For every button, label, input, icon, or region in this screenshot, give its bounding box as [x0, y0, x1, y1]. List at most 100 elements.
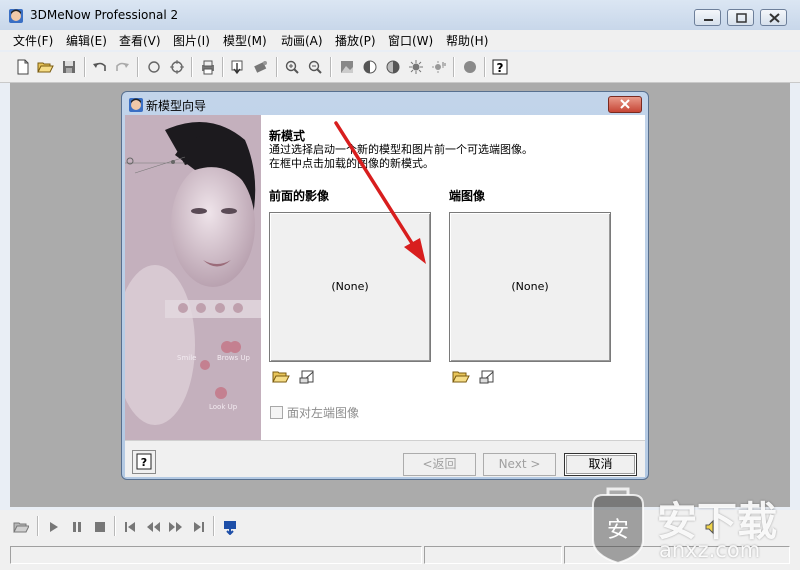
stop-icon[interactable]	[92, 519, 108, 535]
status-pane-main	[10, 546, 422, 564]
menu-image[interactable]: 图片(I)	[173, 32, 210, 49]
side-image-value: (None)	[511, 280, 549, 293]
new-model-wizard-dialog: 新模型向导 Smile Brows Up Look Up 新模式 通过选择启动一…	[121, 91, 649, 480]
menu-help[interactable]: 帮助(H)	[446, 32, 488, 49]
svg-text:?: ?	[497, 61, 504, 75]
help-icon: ?	[492, 59, 508, 75]
rotate-button[interactable]	[145, 58, 163, 76]
toolbar-separator	[137, 57, 139, 77]
next-button[interactable]: Next >	[483, 453, 556, 476]
face-photo-illustration: Smile Brows Up Look Up	[125, 115, 261, 440]
front-image-value: (None)	[331, 280, 369, 293]
print-button[interactable]	[199, 58, 217, 76]
toolbar-separator	[330, 57, 332, 77]
export-button[interactable]	[229, 58, 247, 76]
clear-image-icon[interactable]	[299, 368, 317, 384]
redo-icon	[116, 62, 129, 71]
wizard-description: 通过选择启动一个新的模型和图片前一个可选端图像。 在框中点击加载的图像的新模式。	[269, 143, 533, 171]
undo-icon	[93, 62, 106, 71]
app-title: 3DMeNow Professional 2	[30, 8, 179, 22]
title-bar: 3DMeNow Professional 2	[0, 0, 800, 30]
toolbar-separator	[213, 516, 215, 536]
toolbar-separator	[191, 57, 193, 77]
export-icon	[231, 60, 243, 75]
photo-label-smile: Smile	[177, 354, 196, 362]
menu-bar: 文件(F) 编辑(E) 查看(V) 图片(I) 模型(M) 动画(A) 播放(P…	[0, 30, 800, 50]
light-button[interactable]	[407, 58, 425, 76]
menu-window[interactable]: 窗口(W)	[388, 32, 433, 49]
open-file-button[interactable]	[36, 58, 54, 76]
texture-button[interactable]	[338, 58, 356, 76]
side-image-box[interactable]: (None)	[449, 212, 611, 362]
status-pane-2	[424, 546, 562, 564]
contrast-icon	[363, 60, 377, 74]
skip-end-icon[interactable]	[191, 519, 207, 535]
toolbar-separator	[276, 57, 278, 77]
watermark: 安 安下载 anxz.com	[583, 483, 798, 568]
menu-model[interactable]: 模型(M)	[223, 32, 267, 49]
description-line-1: 通过选择启动一个新的模型和图片前一个可选端图像。	[269, 143, 533, 156]
shade-icon	[386, 60, 400, 74]
dialog-title: 新模型向导	[146, 99, 207, 113]
open-folder-icon	[37, 62, 54, 73]
maximize-icon	[736, 13, 747, 23]
orbit-icon	[170, 60, 184, 74]
menu-edit[interactable]: 编辑(E)	[66, 32, 107, 49]
play-icon[interactable]	[46, 519, 62, 535]
menu-play[interactable]: 播放(P)	[335, 32, 376, 49]
open-folder-icon[interactable]	[452, 368, 470, 384]
wizard-heading: 新模式	[269, 129, 306, 143]
shade-button[interactable]	[384, 58, 402, 76]
camera-button[interactable]	[252, 58, 270, 76]
toolbar-separator	[453, 57, 455, 77]
dialog-body: Smile Brows Up Look Up 新模式 通过选择启动一个新的模型和…	[125, 115, 645, 477]
face-left-checkbox[interactable]	[270, 406, 283, 419]
close-button[interactable]	[760, 9, 787, 26]
record-button[interactable]	[461, 58, 479, 76]
dialog-help-button[interactable]: ?	[132, 450, 156, 474]
menu-file[interactable]: 文件(F)	[13, 32, 53, 49]
contrast-button[interactable]	[361, 58, 379, 76]
cancel-button[interactable]: 取消	[564, 453, 637, 476]
close-icon	[620, 99, 630, 109]
zoom-in-button[interactable]	[283, 58, 301, 76]
save-icon	[63, 61, 75, 73]
light-settings-button[interactable]	[430, 58, 448, 76]
face-left-label: 面对左端图像	[287, 406, 360, 420]
front-image-box[interactable]: (None)	[269, 212, 431, 362]
open-folder-icon[interactable]	[13, 519, 29, 535]
pause-icon[interactable]	[69, 519, 85, 535]
toolbar-separator	[37, 516, 39, 536]
toolbar-separator	[84, 57, 86, 77]
maximize-button[interactable]	[727, 9, 754, 26]
description-line-2: 在框中点击加载的图像的新模式。	[269, 157, 434, 170]
rotate-icon	[148, 61, 160, 73]
toolbar: ?	[0, 52, 800, 83]
rewind-icon[interactable]	[145, 519, 161, 535]
fast-forward-icon[interactable]	[168, 519, 184, 535]
save-button[interactable]	[60, 58, 78, 76]
svg-text:?: ?	[141, 456, 147, 469]
watermark-url-text: anxz.com	[659, 538, 761, 562]
zoom-out-button[interactable]	[306, 58, 324, 76]
redo-button[interactable]	[113, 58, 131, 76]
new-file-button[interactable]	[14, 58, 32, 76]
open-folder-icon[interactable]	[272, 368, 290, 384]
app-face-icon	[9, 9, 23, 23]
minimize-button[interactable]	[694, 9, 721, 26]
shield-icon: 安	[592, 487, 644, 565]
zoom-out-icon	[308, 60, 322, 74]
orbit-button[interactable]	[168, 58, 186, 76]
undo-button[interactable]	[91, 58, 109, 76]
menu-view[interactable]: 查看(V)	[119, 32, 161, 49]
skip-start-icon[interactable]	[122, 519, 138, 535]
back-button[interactable]: <返回	[403, 453, 476, 476]
menu-animation[interactable]: 动画(A)	[281, 32, 323, 49]
help-button[interactable]: ?	[491, 58, 509, 76]
toolbar-separator	[222, 57, 224, 77]
clear-image-icon[interactable]	[479, 368, 497, 384]
zoom-in-icon	[285, 60, 299, 74]
loop-icon[interactable]	[222, 519, 238, 535]
minimize-icon	[704, 19, 713, 21]
dialog-close-button[interactable]	[608, 96, 642, 113]
